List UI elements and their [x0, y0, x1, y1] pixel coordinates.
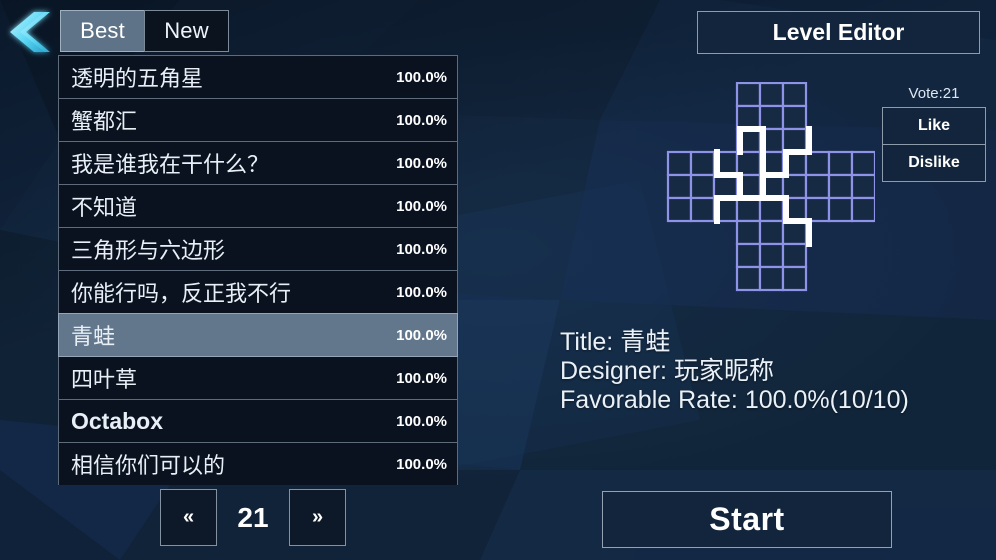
level-rate: 100.0%: [396, 240, 447, 258]
level-name: 四叶草: [71, 367, 138, 392]
level-rate: 100.0%: [396, 369, 447, 387]
back-chevron-icon[interactable]: [4, 6, 56, 58]
level-name: 你能行吗，反正我不行: [71, 281, 292, 306]
pagination: « 21 »: [160, 489, 346, 546]
level-preview-grid: [666, 82, 875, 292]
start-button[interactable]: Start: [602, 491, 892, 548]
dislike-button[interactable]: Dislike: [882, 144, 986, 182]
level-rate: 100.0%: [396, 412, 447, 430]
level-row[interactable]: 我是谁我在干什么？ 100.0%: [58, 141, 458, 185]
level-row[interactable]: 透明的五角星 100.0%: [58, 55, 458, 99]
preview-grid-cells: [666, 82, 875, 292]
level-row[interactable]: 四叶草 100.0%: [58, 356, 458, 400]
level-list[interactable]: 透明的五角星 100.0% 蟹都汇 100.0% 我是谁我在干什么？ 100.0% 不知道 1…: [58, 55, 458, 485]
tab-best[interactable]: Best: [60, 10, 145, 52]
list-mode-tabs: Best New: [60, 10, 229, 52]
level-name: 不知道: [71, 195, 138, 220]
next-page-button[interactable]: »: [289, 489, 346, 546]
level-name: Octabox: [71, 407, 164, 434]
level-row[interactable]: Octabox 100.0%: [58, 399, 458, 443]
prev-page-button[interactable]: «: [160, 489, 217, 546]
level-row[interactable]: 蟹都汇 100.0%: [58, 98, 458, 142]
level-browser-screen: Best New 透明的五角星 100.0% 蟹都汇 100.0% 我是谁我在干什么？ 1…: [0, 0, 996, 560]
level-name: 我是谁我在干什么？: [71, 152, 270, 177]
vote-panel: Vote:21 Like Dislike: [882, 85, 986, 182]
level-row[interactable]: 你能行吗，反正我不行 100.0%: [58, 270, 458, 314]
level-rate-line: Favorable Rate: 100.0%(10/10): [560, 386, 909, 414]
like-button[interactable]: Like: [882, 107, 986, 145]
page-number: 21: [237, 501, 269, 533]
level-name: 透明的五角星: [71, 66, 204, 91]
level-designer-line: Designer: 玩家昵称: [560, 357, 774, 385]
level-rate: 100.0%: [396, 283, 447, 301]
level-row[interactable]: 相信你们可以的 100.0%: [58, 442, 458, 485]
level-row[interactable]: 不知道 100.0%: [58, 184, 458, 228]
level-rate: 100.0%: [396, 111, 447, 129]
level-name: 相信你们可以的: [71, 453, 226, 478]
level-rate: 100.0%: [396, 326, 447, 344]
level-name: 三角形与六边形: [71, 238, 226, 263]
level-title-line: Title: 青蛙: [560, 328, 671, 356]
level-row[interactable]: 青蛙 100.0%: [58, 313, 458, 357]
level-name: 蟹都汇: [71, 109, 138, 134]
level-rate: 100.0%: [396, 197, 447, 215]
vote-count-label: Vote:21: [908, 85, 960, 102]
level-rate: 100.0%: [396, 455, 447, 473]
level-editor-button[interactable]: Level Editor: [697, 11, 980, 54]
level-name: 青蛙: [71, 324, 116, 349]
level-info: Title: 青蛙 Designer: 玩家昵称 Favorable Rate:…: [560, 328, 909, 415]
level-rate: 100.0%: [396, 154, 447, 172]
level-row[interactable]: 三角形与六边形 100.0%: [58, 227, 458, 271]
level-rate: 100.0%: [396, 68, 447, 86]
tab-new[interactable]: New: [144, 10, 229, 52]
